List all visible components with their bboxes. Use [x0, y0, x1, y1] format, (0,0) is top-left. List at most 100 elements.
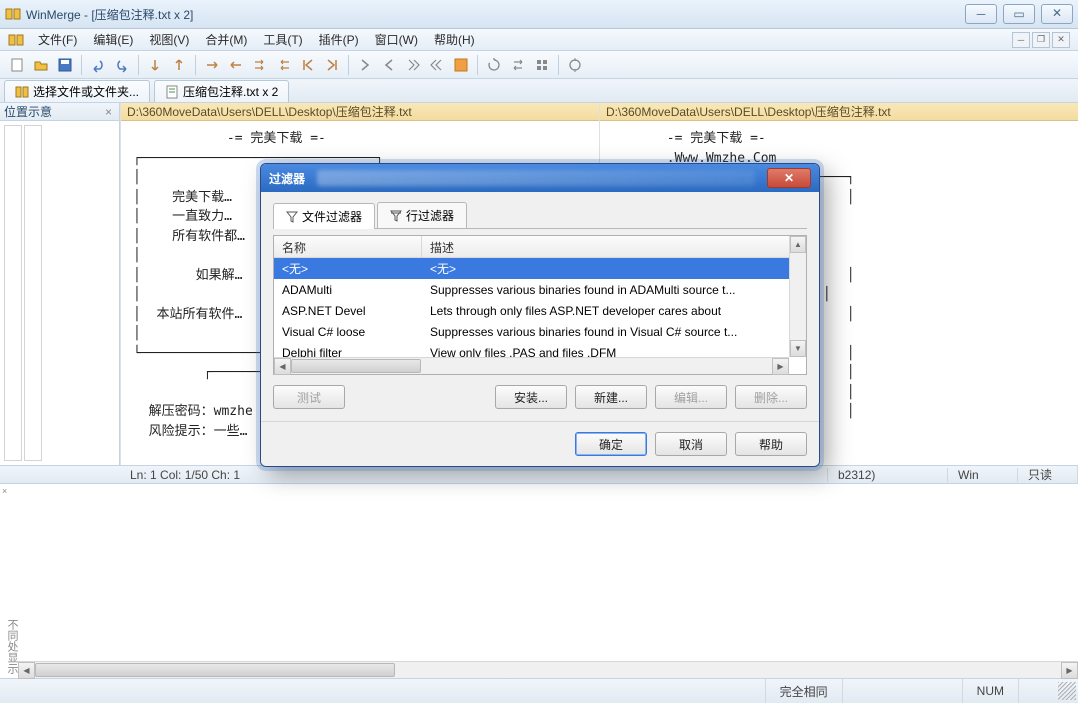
left-path: D:\360MoveData\Users\DELL\Desktop\压缩包注释.… — [127, 103, 412, 120]
tab-file-filter[interactable]: 文件过滤器 — [273, 203, 375, 229]
menu-help[interactable]: 帮助(H) — [426, 29, 483, 50]
location-pane-title: 位置示意 — [4, 103, 52, 120]
menubar: 文件(F) 编辑(E) 视图(V) 合并(M) 工具(T) 插件(P) 窗口(W… — [0, 29, 1078, 51]
diff-detail-pane: × 不同处显示 ◀ ▶ — [0, 483, 1078, 678]
scrollbar-thumb[interactable] — [35, 663, 395, 677]
window-controls: ─ ▭ ✕ — [959, 4, 1073, 24]
scroll-left-arrow-icon[interactable]: ◀ — [274, 358, 291, 375]
dialog-titlebar[interactable]: 过滤器 ✕ — [261, 164, 819, 192]
open-icon[interactable] — [30, 54, 52, 76]
app-icon — [5, 6, 21, 22]
menu-view[interactable]: 视图(V) — [141, 29, 197, 50]
right-path: D:\360MoveData\Users\DELL\Desktop\压缩包注释.… — [606, 103, 891, 120]
refresh-icon[interactable] — [483, 54, 505, 76]
horizontal-scrollbar[interactable]: ◀ ▶ — [18, 661, 1078, 678]
mdi-minimize-button[interactable]: ─ — [1012, 32, 1030, 48]
location-bar-left — [4, 125, 22, 461]
filter-name: ASP.NET Devel — [274, 304, 422, 318]
highlight-icon[interactable] — [450, 54, 472, 76]
diff-detail-close-icon[interactable]: × — [2, 486, 12, 496]
mdi-restore-button[interactable]: ❐ — [1032, 32, 1050, 48]
scroll-left-arrow-icon[interactable]: ◀ — [18, 662, 35, 679]
tab-line-filter-label: 行过滤器 — [406, 207, 454, 224]
merge-left-icon[interactable] — [225, 54, 247, 76]
nav-prev-conflict-icon[interactable] — [426, 54, 448, 76]
filter-row[interactable]: <无> <无> — [274, 258, 806, 279]
maximize-button[interactable]: ▭ — [1003, 4, 1035, 24]
column-name[interactable]: 名称 — [274, 236, 422, 257]
list-vertical-scrollbar[interactable]: ▲ ▼ — [789, 236, 806, 357]
scroll-right-arrow-icon[interactable]: ▶ — [772, 358, 789, 375]
nav-next-conflict-icon[interactable] — [402, 54, 424, 76]
filter-desc: Suppresses various binaries found in Vis… — [422, 325, 806, 339]
menu-edit[interactable]: 编辑(E) — [85, 29, 141, 50]
diff-next-icon[interactable] — [144, 54, 166, 76]
tab-file-filter-label: 文件过滤器 — [302, 208, 362, 225]
delete-button[interactable]: 删除... — [735, 385, 807, 409]
nav-prev-diff-icon[interactable] — [378, 54, 400, 76]
filter-desc: Lets through only files ASP.NET develope… — [422, 304, 806, 318]
scroll-down-arrow-icon[interactable]: ▼ — [790, 340, 806, 357]
document-icon — [165, 85, 179, 99]
mdi-close-button[interactable]: ✕ — [1052, 32, 1070, 48]
tab-select-files-label: 选择文件或文件夹... — [33, 83, 139, 100]
filter-list-header: 名称 描述 — [274, 236, 806, 258]
scrollbar-thumb[interactable] — [291, 359, 421, 373]
save-icon[interactable] — [54, 54, 76, 76]
rescan-icon[interactable] — [564, 54, 586, 76]
merge-all-right-icon[interactable] — [249, 54, 271, 76]
tab-compare-result[interactable]: 压缩包注释.txt x 2 — [154, 80, 289, 102]
scroll-right-arrow-icon[interactable]: ▶ — [1061, 662, 1078, 679]
filter-dialog: 过滤器 ✕ 文件过滤器 行过滤器 名称 描述 <无> <无> — [260, 163, 820, 467]
filter-name: Visual C# loose — [274, 325, 422, 339]
statusbar: 完全相同 NUM — [0, 678, 1078, 703]
compare-icon — [15, 85, 29, 99]
nav-first-icon[interactable] — [297, 54, 319, 76]
document-tabs: 选择文件或文件夹... 压缩包注释.txt x 2 — [0, 79, 1078, 103]
nav-next-diff-icon[interactable] — [354, 54, 376, 76]
filter-row[interactable]: ADAMulti Suppresses various binaries fou… — [274, 279, 806, 300]
window-title: WinMerge - [压缩包注释.txt x 2] — [26, 6, 959, 23]
filter-row[interactable]: ASP.NET Devel Lets through only files AS… — [274, 300, 806, 321]
test-button[interactable]: 测试 — [273, 385, 345, 409]
help-button[interactable]: 帮助 — [735, 432, 807, 456]
filter-name: <无> — [274, 260, 422, 277]
new-button[interactable]: 新建... — [575, 385, 647, 409]
scroll-up-arrow-icon[interactable]: ▲ — [790, 236, 806, 253]
cancel-button[interactable]: 取消 — [655, 432, 727, 456]
minimize-button[interactable]: ─ — [965, 4, 997, 24]
left-path-header: D:\360MoveData\Users\DELL\Desktop\压缩包注释.… — [121, 103, 599, 121]
menu-merge[interactable]: 合并(M) — [197, 29, 255, 50]
undo-icon[interactable] — [87, 54, 109, 76]
list-horizontal-scrollbar[interactable]: ◀ ▶ — [274, 357, 789, 374]
new-icon[interactable] — [6, 54, 28, 76]
ok-button[interactable]: 确定 — [575, 432, 647, 456]
location-bar-right — [24, 125, 42, 461]
funnel-icon — [286, 211, 298, 223]
merge-all-left-icon[interactable] — [273, 54, 295, 76]
tab-line-filter[interactable]: 行过滤器 — [377, 202, 467, 228]
location-pane-close-icon[interactable]: × — [102, 105, 115, 119]
options-icon[interactable] — [531, 54, 553, 76]
filter-row[interactable]: Visual C# loose Suppresses various binar… — [274, 321, 806, 342]
close-button[interactable]: ✕ — [1041, 4, 1073, 24]
install-button[interactable]: 安装... — [495, 385, 567, 409]
edit-button[interactable]: 编辑... — [655, 385, 727, 409]
redo-icon[interactable] — [111, 54, 133, 76]
filter-action-buttons: 测试 安装... 新建... 编辑... 删除... — [273, 385, 807, 409]
dialog-close-button[interactable]: ✕ — [767, 168, 811, 188]
column-description[interactable]: 描述 — [422, 236, 806, 257]
menu-file[interactable]: 文件(F) — [30, 29, 85, 50]
nav-last-icon[interactable] — [321, 54, 343, 76]
resize-grip-icon[interactable] — [1058, 682, 1076, 700]
diff-prev-icon[interactable] — [168, 54, 190, 76]
menu-window[interactable]: 窗口(W) — [367, 29, 426, 50]
menu-tools[interactable]: 工具(T) — [255, 29, 310, 50]
editor-status-row: Ln: 1 Col: 1/50 Ch: 1 b2312) Win 只读 — [0, 465, 1078, 483]
swap-icon[interactable] — [507, 54, 529, 76]
menu-plugins[interactable]: 插件(P) — [311, 29, 367, 50]
dialog-title: 过滤器 — [269, 170, 305, 187]
tab-select-files[interactable]: 选择文件或文件夹... — [4, 80, 150, 102]
merge-right-icon[interactable] — [201, 54, 223, 76]
location-pane-body[interactable] — [0, 121, 119, 465]
